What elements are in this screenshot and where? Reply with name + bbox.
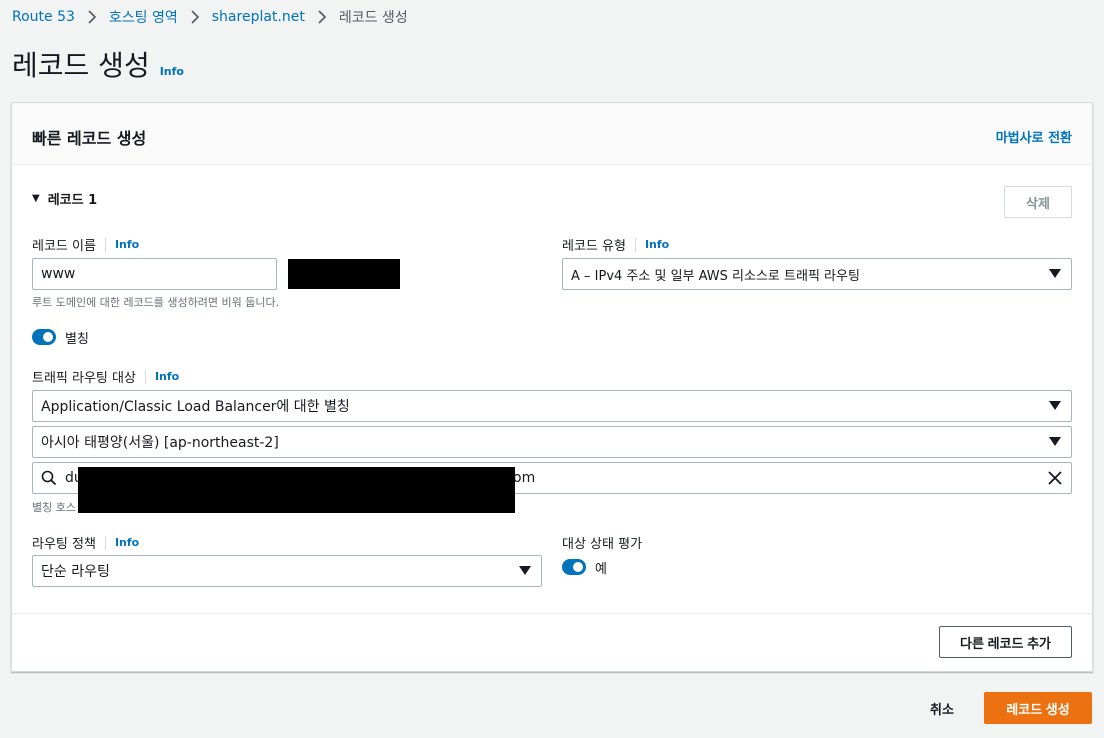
breadcrumb: Route 53 호스팅 영역 shareplat.net 레코드 생성 <box>12 7 408 27</box>
record-name-label-row: 레코드 이름 Info <box>32 235 139 254</box>
health-eval-toggle[interactable] <box>562 559 586 575</box>
routing-policy-label-row: 라우팅 정책 Info <box>32 533 139 552</box>
endpoint-value: Application/Classic Load Balancer에 대한 별칭 <box>41 399 350 415</box>
panel-footer: 다른 레코드 추가 <box>12 613 1092 671</box>
chevron-right-icon <box>184 8 206 26</box>
chevron-right-icon <box>81 8 103 26</box>
add-another-record-button[interactable]: 다른 레코드 추가 <box>939 626 1072 658</box>
health-eval-label: 대상 상태 평가 <box>562 537 643 552</box>
routing-policy-value: 단순 라우팅 <box>41 564 110 580</box>
caret-down-icon: ▼ <box>32 193 40 204</box>
switch-to-wizard-link[interactable]: 마법사로 전환 <box>996 127 1072 146</box>
traffic-target-helper: 별칭 호스 <box>32 501 76 514</box>
clear-icon[interactable] <box>1047 470 1063 490</box>
alias-label: 별칭 <box>65 332 89 347</box>
traffic-target-label-row: 트래픽 라우팅 대상 Info <box>32 367 179 386</box>
search-value-suffix: om <box>513 470 536 486</box>
record-name-input[interactable]: www <box>32 258 277 290</box>
quick-create-panel: 빠른 레코드 생성 마법사로 전환 ▼ 레코드 1 삭제 레코드 이름 Info… <box>11 102 1093 672</box>
region-select[interactable]: 아시아 태평양(서울) [ap-northeast-2] <box>32 426 1072 458</box>
record-expand-toggle[interactable]: ▼ 레코드 1 <box>32 189 97 208</box>
caret-down-icon <box>1049 437 1061 446</box>
routing-policy-info-link[interactable]: Info <box>115 536 139 549</box>
record-type-value: A – IPv4 주소 및 일부 AWS 리소스로 트래픽 라우팅 <box>571 268 860 284</box>
cancel-button[interactable]: 취소 <box>930 699 954 718</box>
record-type-label-row: 레코드 유형 Info <box>562 235 669 254</box>
divider <box>144 369 146 384</box>
delete-button[interactable]: 삭제 <box>1004 186 1072 218</box>
endpoint-select[interactable]: Application/Classic Load Balancer에 대한 별칭 <box>32 390 1072 422</box>
breadcrumb-route53[interactable]: Route 53 <box>12 9 75 25</box>
divider <box>104 535 106 550</box>
breadcrumb-hosted-zones[interactable]: 호스팅 영역 <box>109 7 178 27</box>
create-records-button[interactable]: 레코드 생성 <box>984 692 1092 724</box>
divider <box>634 237 636 252</box>
health-eval-toggle-label: 예 <box>595 562 607 577</box>
page-info-link[interactable]: Info <box>160 65 184 78</box>
breadcrumb-zone[interactable]: shareplat.net <box>212 9 305 25</box>
region-value: 아시아 태평양(서울) [ap-northeast-2] <box>41 435 279 451</box>
redacted-block <box>78 467 515 513</box>
breadcrumb-current: 레코드 생성 <box>338 10 408 26</box>
toggle-knob <box>573 562 583 572</box>
panel-header: 빠른 레코드 생성 마법사로 전환 <box>12 103 1092 165</box>
alias-toggle[interactable] <box>32 329 56 345</box>
page-title-row: 레코드 생성 Info <box>12 44 184 84</box>
record-header: 레코드 1 <box>47 193 98 208</box>
caret-down-icon <box>1049 269 1061 278</box>
search-icon <box>33 470 65 486</box>
page-title: 레코드 생성 <box>12 49 150 82</box>
traffic-target-label: 트래픽 라우팅 대상 <box>32 371 136 386</box>
caret-down-icon <box>519 566 531 575</box>
traffic-target-info-link[interactable]: Info <box>155 370 179 383</box>
panel-title: 빠른 레코드 생성 <box>32 129 147 148</box>
record-type-label: 레코드 유형 <box>562 239 626 254</box>
routing-policy-select[interactable]: 단순 라우팅 <box>32 555 542 587</box>
toggle-knob <box>43 332 53 342</box>
record-name-value: www <box>41 266 76 282</box>
routing-policy-label: 라우팅 정책 <box>32 537 96 552</box>
chevron-right-icon <box>311 8 333 26</box>
record-name-helper: 루트 도메인에 대한 레코드를 생성하려면 비워 둡니다. <box>32 296 280 309</box>
record-type-select[interactable]: A – IPv4 주소 및 일부 AWS 리소스로 트래픽 라우팅 <box>562 258 1072 290</box>
record-name-info-link[interactable]: Info <box>115 238 139 251</box>
caret-down-icon <box>1049 401 1061 410</box>
record-name-label: 레코드 이름 <box>32 239 96 254</box>
redacted-block <box>288 259 400 289</box>
divider <box>104 237 106 252</box>
record-type-info-link[interactable]: Info <box>645 238 669 251</box>
